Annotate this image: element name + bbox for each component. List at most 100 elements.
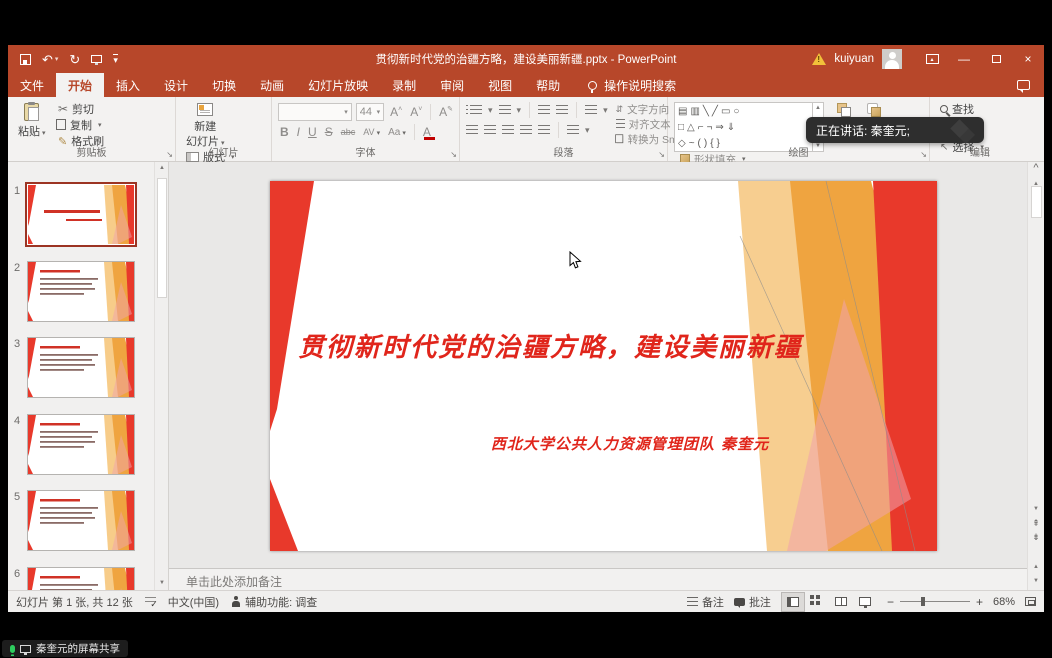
change-case-button[interactable]: Aa — [386, 127, 408, 138]
font-size-combo[interactable]: 44▾ — [356, 103, 384, 121]
comments-toggle-button[interactable]: 批注 — [734, 594, 771, 610]
undo-button[interactable]: ↶▾ — [42, 53, 58, 66]
slide-canvas[interactable]: 贯彻新时代党的治疆方略，建设美丽新疆 西北大学公共人力资源管理团队 秦奎元 — [270, 181, 937, 551]
slide-number-status[interactable]: 幻灯片 第 1 张, 共 12 张 — [16, 594, 133, 610]
undo-dropdown-icon[interactable]: ▾ — [55, 56, 59, 63]
start-slideshow-button[interactable] — [91, 55, 102, 63]
accessibility-status[interactable]: 辅助功能: 调查 — [231, 594, 317, 610]
strikethrough-button[interactable]: S — [323, 125, 335, 139]
tab-file[interactable]: 文件 — [8, 73, 56, 97]
quick-styles-button[interactable] — [863, 102, 884, 117]
slideshow-view-button[interactable] — [853, 592, 877, 612]
shrink-font-button[interactable]: A˅ — [408, 105, 424, 119]
scroll-down-icon[interactable]: ▼ — [1029, 503, 1043, 516]
thumbnail-preview[interactable] — [27, 261, 135, 322]
thumbnail-scrollbar-thumb[interactable] — [157, 178, 167, 298]
shapes-scroll-up-icon[interactable]: ▲ — [815, 105, 821, 111]
thumbnail-panel-scrollbar[interactable]: ▲ ▼ — [154, 162, 168, 590]
customize-qat-button[interactable]: ▾ — [113, 54, 118, 65]
find-button[interactable]: 查找 — [940, 102, 984, 116]
spell-check-icon[interactable] — [145, 597, 156, 607]
thumbnail-preview[interactable] — [27, 490, 135, 551]
zoom-level[interactable]: 68% — [993, 596, 1015, 608]
slide-sorter-view-button[interactable] — [805, 592, 829, 612]
minimize-button[interactable]: — — [948, 45, 980, 73]
tab-review[interactable]: 审阅 — [428, 73, 476, 97]
next-slide-button[interactable]: ⇟ — [1029, 531, 1043, 544]
tab-help[interactable]: 帮助 — [524, 73, 572, 97]
restore-button[interactable] — [980, 45, 1012, 73]
tab-transitions[interactable]: 切换 — [200, 73, 248, 97]
comments-toggle[interactable] — [1017, 73, 1044, 97]
tab-view[interactable]: 视图 — [476, 73, 524, 97]
tab-design[interactable]: 设计 — [152, 73, 200, 97]
line-spacing-dropdown-icon[interactable]: ▾ — [603, 105, 608, 116]
columns-button[interactable] — [567, 125, 579, 135]
redo-button[interactable]: ↻ — [69, 53, 80, 66]
tab-record[interactable]: 录制 — [380, 73, 428, 97]
thumbnail-scroll-down-icon[interactable]: ▼ — [155, 577, 169, 590]
numbering-dropdown-icon[interactable]: ▾ — [517, 105, 522, 116]
slide-thumbnail-3[interactable]: 3 — [14, 337, 135, 398]
new-slide-button[interactable]: 新建 幻灯片 — [182, 102, 229, 150]
line-spacing-button[interactable] — [585, 105, 597, 115]
screen-share-pill[interactable]: 秦奎元的屏幕共享 — [2, 640, 128, 657]
thumbnail-preview[interactable] — [27, 184, 135, 245]
tab-home[interactable]: 开始 — [56, 73, 104, 97]
previous-slide-button[interactable]: ⇞ — [1029, 517, 1043, 530]
scrollbar-thumb[interactable] — [1031, 186, 1042, 218]
ribbon-display-options-button[interactable]: ▴ — [916, 45, 948, 73]
font-dialog-launcher[interactable]: ↘ — [450, 151, 457, 159]
slide-thumbnail-1[interactable]: 1 — [14, 184, 135, 245]
fit-slide-to-window-button[interactable] — [1025, 597, 1036, 606]
close-button[interactable]: × — [1012, 45, 1044, 73]
increase-indent-button[interactable] — [556, 105, 568, 115]
thumbnail-scroll-up-icon[interactable]: ▲ — [155, 162, 169, 175]
distribute-button[interactable] — [538, 125, 550, 135]
vertical-scrollbar[interactable]: ^ ▲ ▼ ⇞ ⇟ ▲ ▼ — [1027, 162, 1044, 590]
reading-view-button[interactable] — [829, 592, 853, 612]
slide-thumbnail-5[interactable]: 5 — [14, 490, 135, 551]
drawing-dialog-launcher[interactable]: ↘ — [920, 151, 927, 159]
justify-button[interactable] — [520, 125, 532, 135]
tab-slideshow[interactable]: 幻灯片放映 — [296, 73, 380, 97]
notes-pane[interactable]: 单击此处添加备注 — [169, 568, 1027, 590]
thumbnail-preview[interactable] — [27, 337, 135, 398]
zoom-slider-thumb[interactable] — [921, 597, 925, 606]
bold-button[interactable]: B — [278, 125, 291, 139]
font-name-dropdown-icon[interactable]: ▾ — [344, 108, 348, 116]
font-size-dropdown-icon[interactable]: ▾ — [377, 108, 381, 116]
italic-button[interactable]: I — [295, 125, 302, 139]
zoom-in-button[interactable]: + — [976, 595, 983, 609]
thumbnail-preview[interactable] — [27, 414, 135, 475]
align-right-button[interactable] — [502, 125, 514, 135]
paste-button[interactable]: 粘贴 — [14, 102, 50, 140]
align-left-button[interactable] — [466, 125, 478, 135]
font-name-combo[interactable]: ▾ — [278, 103, 352, 121]
slide-subtitle-text[interactable]: 西北大学公共人力资源管理团队 秦奎元 — [390, 433, 870, 454]
tell-me-search[interactable]: 操作说明搜索 — [588, 73, 676, 97]
character-spacing-button[interactable]: AV — [361, 127, 382, 137]
collapse-ribbon-button[interactable]: ^ — [1028, 162, 1044, 176]
numbering-button[interactable] — [499, 105, 511, 115]
notes-scroll-up-icon[interactable]: ▲ — [1029, 561, 1043, 574]
zoom-out-button[interactable]: − — [887, 595, 894, 609]
normal-view-button[interactable] — [781, 592, 805, 612]
notes-toggle-button[interactable]: 备注 — [687, 594, 724, 610]
tab-animations[interactable]: 动画 — [248, 73, 296, 97]
strikethrough-abc-button[interactable]: abc — [339, 127, 358, 137]
cut-button[interactable]: 剪切 — [58, 102, 104, 116]
zoom-slider[interactable] — [900, 601, 970, 602]
underline-button[interactable]: U — [306, 125, 319, 139]
notes-scroll-down-icon[interactable]: ▼ — [1029, 575, 1043, 588]
bullets-dropdown-icon[interactable]: ▾ — [488, 105, 493, 116]
slide-thumbnail-4[interactable]: 4 — [14, 414, 135, 475]
bullets-button[interactable] — [470, 105, 482, 115]
slide-thumbnail-6[interactable]: 6 — [14, 567, 135, 591]
clipboard-dialog-launcher[interactable]: ↘ — [166, 151, 173, 159]
font-color-button[interactable]: A — [421, 125, 433, 139]
slide-thumbnail-2[interactable]: 2 — [14, 261, 135, 322]
decrease-indent-button[interactable] — [538, 105, 550, 115]
avatar[interactable] — [882, 49, 902, 69]
columns-dropdown-icon[interactable]: ▾ — [585, 125, 590, 136]
